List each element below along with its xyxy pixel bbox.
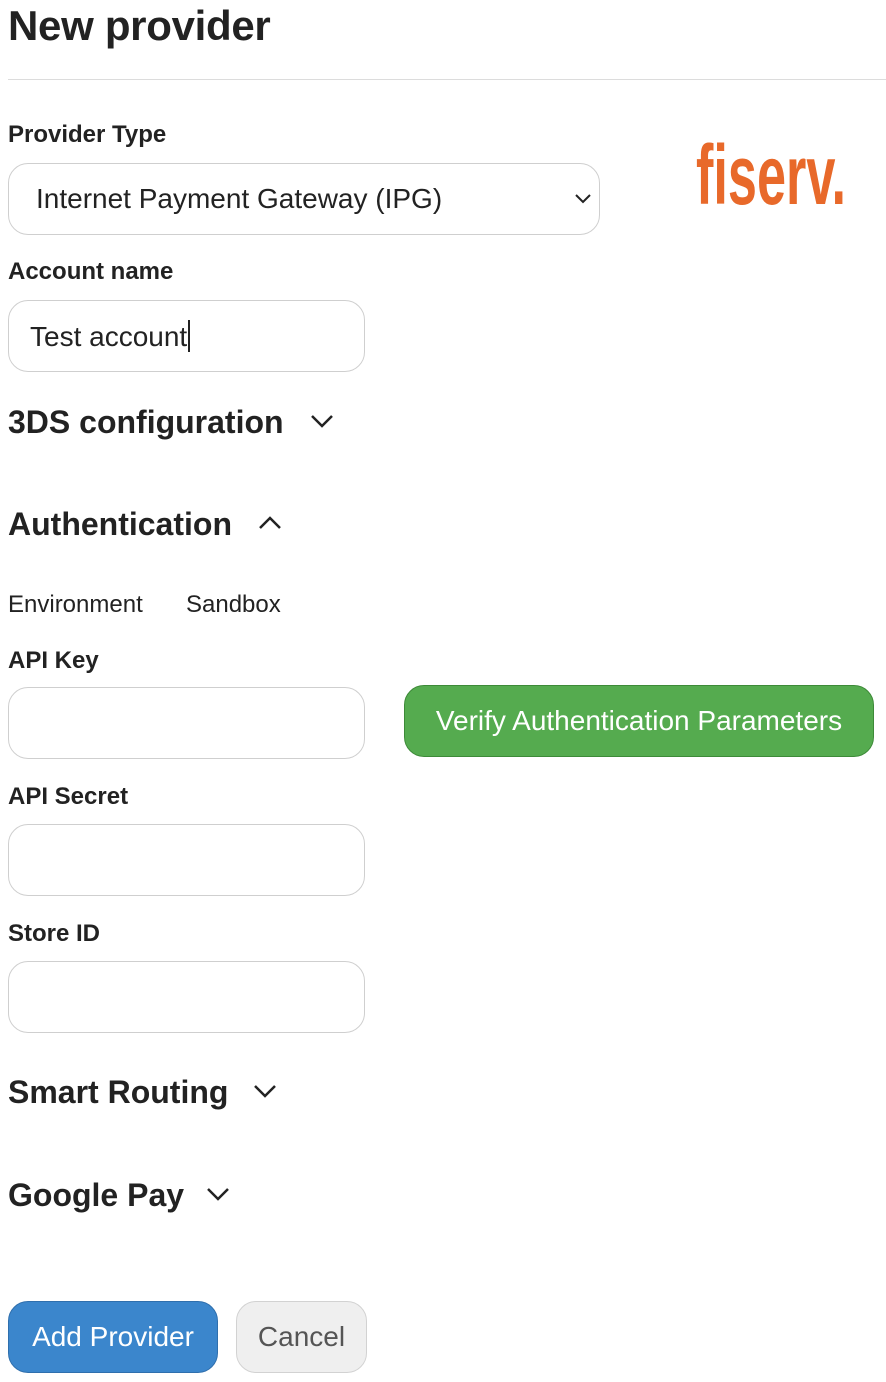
section-authentication-title: Authentication [8, 506, 232, 542]
section-authentication[interactable]: Authentication [8, 506, 232, 543]
api-key-input[interactable] [8, 687, 365, 759]
fiserv-logo: fiserv. [696, 128, 846, 214]
section-3ds-title: 3DS configuration [8, 404, 284, 440]
account-name-label: Account name [8, 258, 174, 285]
store-id-input[interactable] [8, 961, 365, 1033]
api-key-label: API Key [8, 647, 99, 674]
text-cursor [188, 320, 191, 352]
title-divider [8, 79, 886, 80]
provider-type-selected-value: Internet Payment Gateway (IPG) [36, 183, 443, 214]
section-3ds-configuration[interactable]: 3DS configuration [8, 404, 284, 441]
chevron-down-icon[interactable] [253, 1083, 277, 1099]
add-provider-button[interactable]: Add Provider [8, 1301, 218, 1373]
section-smart-routing[interactable]: Smart Routing [8, 1074, 228, 1111]
cancel-button[interactable]: Cancel [236, 1301, 367, 1373]
environment-label: Environment [8, 591, 143, 618]
verify-authentication-button[interactable]: Verify Authentication Parameters [404, 685, 874, 757]
section-smart-routing-title: Smart Routing [8, 1074, 229, 1110]
provider-type-select[interactable]: Internet Payment Gateway (IPG) [8, 163, 600, 235]
section-google-pay[interactable]: Google Pay [8, 1177, 184, 1214]
svg-text:fiserv.: fiserv. [696, 128, 846, 214]
chevron-up-icon[interactable] [258, 515, 282, 531]
environment-value: Sandbox [186, 591, 281, 618]
section-google-pay-title: Google Pay [8, 1177, 185, 1213]
chevron-down-icon[interactable] [206, 1186, 230, 1202]
chevron-down-icon[interactable] [310, 413, 334, 429]
account-name-value: Test account [30, 320, 191, 353]
chevron-down-icon [575, 194, 591, 204]
account-name-input[interactable]: Test account [8, 300, 365, 372]
store-id-label: Store ID [8, 920, 101, 947]
api-secret-input[interactable] [8, 824, 365, 896]
provider-type-label: Provider Type [8, 121, 167, 148]
page-title: New provider [8, 2, 271, 49]
api-secret-label: API Secret [8, 783, 129, 810]
